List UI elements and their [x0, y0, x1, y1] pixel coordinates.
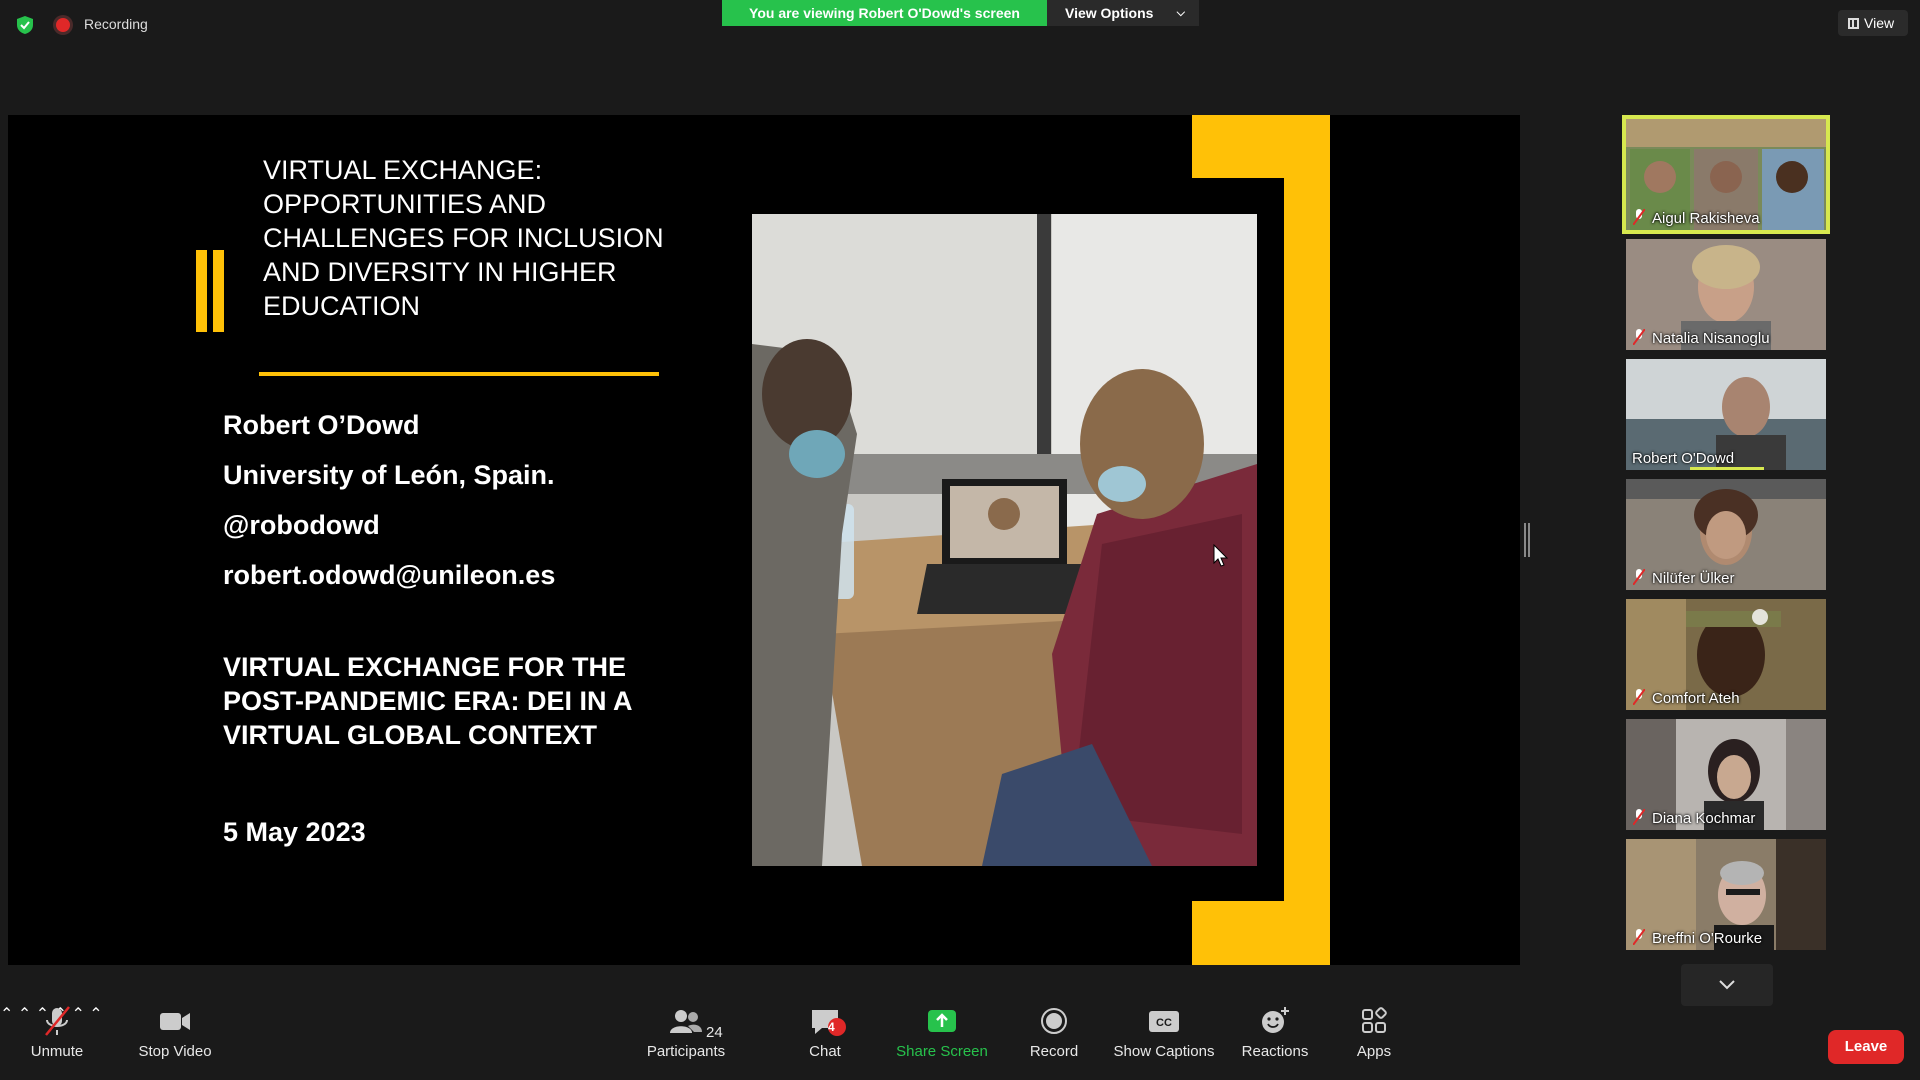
mouse-cursor-icon: [1213, 544, 1229, 567]
chevron-down-icon: [1719, 980, 1735, 990]
participants-icon: [670, 1010, 702, 1033]
recording-icon: [56, 18, 70, 32]
participant-tile[interactable]: Natalia Nisanoglu: [1626, 239, 1826, 350]
slide-photo: [752, 214, 1257, 866]
participant-name: Nilüfer Ülker: [1652, 570, 1735, 587]
recording-label[interactable]: Recording: [84, 16, 148, 32]
view-options-button[interactable]: View Options ⌵: [1047, 0, 1199, 26]
participant-name: Robert O'Dowd: [1632, 450, 1735, 467]
gallery-scroll-down-button[interactable]: [1681, 964, 1773, 1006]
slide-date: 5 May 2023: [223, 817, 366, 847]
closed-captions-icon: CC: [1149, 1011, 1179, 1032]
meeting-toolbar: Unmute ⌃ Stop Video ⌃ Participants 24 ⌃ …: [0, 1004, 1920, 1080]
share-screen-button[interactable]: Share Screen: [895, 1004, 989, 1060]
reactions-button[interactable]: Reactions: [1240, 1004, 1310, 1060]
gallery-view-icon: [1848, 18, 1859, 29]
participants-count: 24: [706, 1024, 723, 1041]
stop-video-button[interactable]: Stop Video: [132, 1004, 218, 1060]
mic-muted-icon: [1633, 689, 1645, 705]
participant-name: Natalia Nisanoglu: [1652, 330, 1770, 347]
mic-muted-icon: [1633, 929, 1645, 945]
apps-icon: [1362, 1007, 1387, 1033]
participant-tile[interactable]: Breffni O'Rourke: [1626, 839, 1826, 950]
participants-label: Participants: [646, 1043, 726, 1060]
slide-presenter-name: Robert O’Dowd: [223, 410, 420, 440]
chat-unread-badge: 4: [828, 1018, 846, 1036]
show-captions-label: Show Captions: [1113, 1043, 1215, 1060]
leave-button[interactable]: Leave: [1828, 1030, 1904, 1064]
record-button[interactable]: Record: [1024, 1004, 1084, 1060]
show-captions-button[interactable]: CC Show Captions: [1112, 1004, 1216, 1060]
participant-name: Aigul Rakisheva: [1652, 210, 1760, 227]
participant-tile[interactable]: Comfort Ateh: [1626, 599, 1826, 710]
slide-accent-bars: [196, 250, 230, 332]
participant-tile[interactable]: Nilüfer Ülker: [1626, 479, 1826, 590]
share-screen-label: Share Screen: [896, 1043, 988, 1060]
mic-muted-icon: [1633, 329, 1645, 345]
audio-options-caret[interactable]: ⌃: [0, 1006, 13, 1023]
view-label: View: [1864, 15, 1895, 31]
mic-muted-icon: [1633, 809, 1645, 825]
video-camera-icon: [160, 1013, 190, 1030]
mic-muted-icon: [1633, 209, 1645, 225]
slide-handle: @robodowd: [223, 510, 380, 540]
slide-subtitle: VIRTUAL EXCHANGE FOR THE POST-PANDEMIC E…: [223, 652, 632, 750]
viewing-screen-banner: You are viewing Robert O'Dowd's screen: [722, 0, 1047, 26]
participant-tile[interactable]: Diana Kochmar: [1626, 719, 1826, 830]
record-icon: [1041, 1008, 1067, 1034]
apps-button[interactable]: Apps: [1350, 1004, 1398, 1060]
emoji-smile-icon: [1262, 1007, 1289, 1033]
participant-name: Breffni O'Rourke: [1652, 930, 1763, 947]
participant-tile[interactable]: Robert O'Dowd: [1626, 359, 1826, 470]
participant-name: Comfort Ateh: [1652, 690, 1740, 707]
chat-label: Chat: [809, 1043, 841, 1060]
speaking-indicator: [1690, 467, 1764, 470]
record-label: Record: [1029, 1043, 1079, 1060]
slide-email: robert.odowd@unileon.es: [223, 560, 556, 590]
share-screen-icon: [928, 1010, 956, 1032]
unmute-button[interactable]: Unmute: [22, 1004, 92, 1060]
slide-affiliation: University of León, Spain.: [223, 460, 555, 490]
security-shield-icon[interactable]: [15, 15, 35, 35]
participant-name: Diana Kochmar: [1652, 810, 1756, 827]
view-button[interactable]: View: [1838, 10, 1908, 36]
closed-captions-icon-text: CC: [1156, 1017, 1172, 1029]
apps-label: Apps: [1356, 1043, 1392, 1060]
mic-muted-icon: [45, 1006, 70, 1036]
stop-video-label: Stop Video: [138, 1043, 212, 1060]
slide-divider: [259, 372, 659, 376]
slide-title: VIRTUAL EXCHANGE: OPPORTUNITIES AND CHAL…: [263, 155, 664, 321]
unmute-label: Unmute: [30, 1043, 84, 1060]
reactions-label: Reactions: [1241, 1043, 1309, 1060]
view-options-label: View Options: [1065, 5, 1154, 21]
mic-muted-icon: [1633, 569, 1645, 585]
panel-resize-handle[interactable]: [1524, 523, 1530, 557]
participant-tile[interactable]: Aigul Rakisheva: [1622, 115, 1830, 234]
slide-presenter-info: Robert O’Dowd University of León, Spain.…: [223, 400, 555, 600]
chevron-down-icon: ⌵: [1176, 7, 1185, 19]
